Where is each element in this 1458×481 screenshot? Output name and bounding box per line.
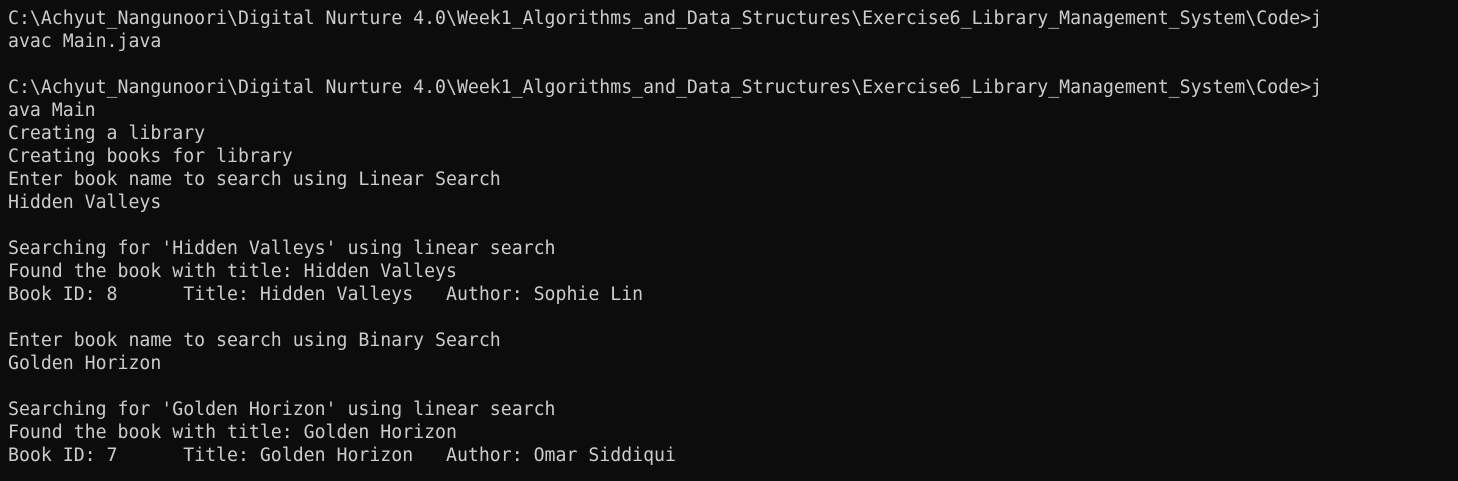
- book-record-line: Book ID: 7 Title: Golden Horizon Author:…: [8, 445, 676, 466]
- output-line: Searching for 'Golden Horizon' using lin…: [8, 399, 556, 420]
- book-record-line: Book ID: 8 Title: Hidden Valleys Author:…: [8, 284, 644, 305]
- output-line: Creating a library: [8, 123, 206, 144]
- output-line: Enter book name to search using Binary S…: [8, 330, 501, 351]
- output-line: Found the book with title: Hidden Valley…: [8, 261, 457, 282]
- command-javac: avac Main.java: [8, 31, 162, 52]
- output-line: Creating books for library: [8, 146, 293, 167]
- prompt-line: C:\Achyut_Nangunoori\Digital Nurture 4.0…: [8, 8, 1322, 29]
- user-input-line: Golden Horizon: [8, 353, 162, 374]
- output-line: Enter book name to search using Linear S…: [8, 169, 501, 190]
- terminal-window[interactable]: C:\Achyut_Nangunoori\Digital Nurture 4.0…: [0, 0, 1458, 481]
- user-input-line: Hidden Valleys: [8, 192, 162, 213]
- prompt-line: C:\Achyut_Nangunoori\Digital Nurture 4.0…: [8, 77, 1322, 98]
- output-line: Searching for 'Hidden Valleys' using lin…: [8, 238, 556, 259]
- command-java: ava Main: [8, 100, 96, 121]
- output-line: Found the book with title: Golden Horizo…: [8, 422, 457, 443]
